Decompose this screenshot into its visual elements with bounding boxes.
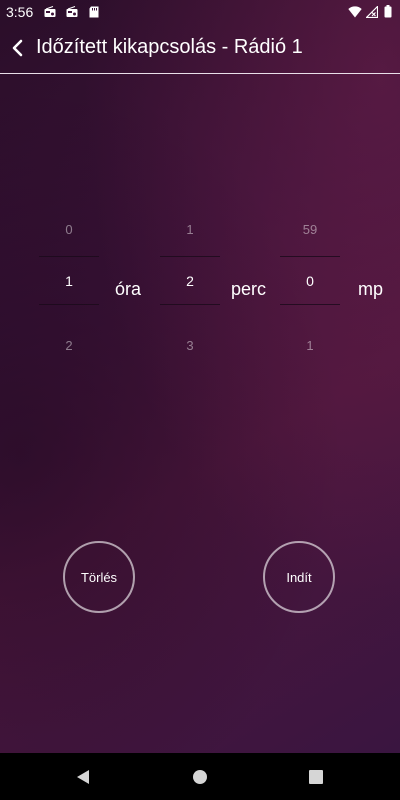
clear-button[interactable]: Törlés (63, 541, 135, 613)
radio-notification-icon (66, 6, 78, 17)
battery-icon (384, 5, 392, 18)
page-title: Időzített kikapcsolás - Rádió 1 (36, 36, 303, 58)
back-triangle-icon[interactable] (74, 768, 92, 786)
clear-button-label: Törlés (80, 569, 118, 585)
hours-unit-label: óra (115, 279, 142, 299)
start-button-label: Indít (286, 569, 312, 585)
minutes-previous-value[interactable]: 1 (160, 222, 220, 237)
seconds-picker[interactable]: 59 0 1 (280, 222, 340, 362)
minutes-current-value[interactable]: 2 (160, 273, 220, 289)
seconds-unit-label: mp (358, 279, 384, 299)
appbar-divider (0, 73, 400, 74)
status-time: 3:56 (6, 4, 34, 20)
minutes-picker[interactable]: 1 2 3 (160, 222, 220, 362)
seconds-previous-value[interactable]: 59 (280, 222, 340, 237)
arrow-back-icon[interactable] (8, 38, 28, 58)
screen: 3:56 Időzített kikapcsolás - Rádió 1 0 1… (0, 0, 400, 753)
hours-picker[interactable]: 0 1 2 (39, 222, 99, 362)
start-button[interactable]: Indít (263, 541, 335, 613)
picker-divider (280, 304, 340, 305)
hours-next-value[interactable]: 2 (39, 338, 99, 353)
minutes-unit-label: perc (231, 279, 267, 299)
seconds-current-value[interactable]: 0 (280, 273, 340, 289)
hours-previous-value[interactable]: 0 (39, 222, 99, 237)
picker-divider (160, 256, 220, 257)
status-bar: 3:56 (0, 0, 400, 24)
top-app-bar: Időzített kikapcsolás - Rádió 1 (0, 24, 400, 74)
signal-off-icon (366, 6, 378, 18)
picker-divider (160, 304, 220, 305)
seconds-next-value[interactable]: 1 (280, 338, 340, 353)
wifi-icon (348, 6, 362, 18)
navigation-bar (0, 753, 400, 800)
minutes-next-value[interactable]: 3 (160, 338, 220, 353)
picker-divider (39, 304, 99, 305)
picker-divider (280, 256, 340, 257)
radio-notification-icon (44, 6, 56, 17)
sd-card-icon (89, 6, 99, 18)
hours-current-value[interactable]: 1 (39, 273, 99, 289)
home-circle-icon[interactable] (191, 768, 209, 786)
picker-divider (39, 256, 99, 257)
recents-square-icon[interactable] (307, 768, 325, 786)
